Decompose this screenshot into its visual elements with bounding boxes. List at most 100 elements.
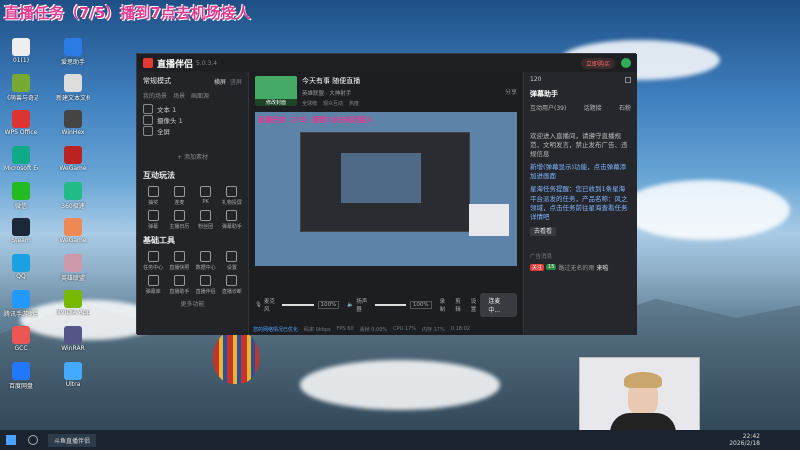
mic-icon[interactable]: 🎙 (255, 302, 262, 308)
tool-item[interactable]: 礼物投屏 (220, 186, 244, 206)
desktop-icon[interactable]: WinHex (56, 110, 90, 136)
mode-selector[interactable]: 常规模式 (143, 76, 171, 86)
mic-value[interactable]: 100% (317, 301, 340, 309)
tool-item[interactable]: 主播日历 (167, 210, 191, 230)
desktop-icon[interactable]: 微信 (4, 182, 38, 210)
chat-username[interactable]: 路过无名的雨 (558, 263, 594, 272)
window-icon[interactable] (625, 76, 631, 83)
chat-message: 新增(弹幕显示)功能，点击弹幕添加进画面 (530, 163, 627, 181)
tool-label: 弹幕库 (145, 289, 161, 295)
app-icon (12, 38, 30, 56)
tool-item[interactable]: 直播快照 (167, 251, 191, 271)
preview-overlay-text: 直播任务（7/5）播到7点去机场接人 (258, 116, 374, 124)
tool-item[interactable]: 数据中心 (194, 251, 218, 271)
view-task-button[interactable]: 去看看 (530, 226, 557, 236)
right-subtab[interactable]: 话题接 (584, 103, 602, 112)
desktop-icon-label: 《萌兽与奇迹》 (4, 95, 38, 102)
app-icon (64, 326, 82, 344)
speaker-slider[interactable] (374, 304, 406, 306)
tab-source[interactable]: 画面源 (191, 91, 209, 100)
desktop-icon[interactable]: WPS Office (4, 110, 38, 136)
app-icon (12, 146, 30, 164)
source-item[interactable]: 文本 1 (143, 103, 242, 114)
add-source-button[interactable]: + 添加素材 (137, 138, 248, 167)
tools-title: 基础工具 (143, 236, 175, 245)
taskbar-app-button[interactable]: 斗鱼直播伴侣 (48, 433, 97, 447)
clip-button[interactable]: 剪辑 (455, 297, 465, 313)
tool-icon (147, 275, 159, 286)
live-category[interactable]: 英雄联盟 · 大神射手 (302, 89, 505, 97)
speaker-icon[interactable]: 🔈 (347, 302, 354, 308)
tool-item[interactable]: 直播伴侣 (194, 275, 218, 295)
mic-slider[interactable] (282, 304, 314, 306)
purchase-button[interactable]: 立即购买 (580, 57, 615, 69)
status-item: CPU 17% (393, 326, 417, 332)
tool-item[interactable]: 弹幕 (141, 210, 165, 230)
tool-item[interactable]: 粉丝团 (194, 210, 218, 230)
avatar[interactable] (621, 58, 631, 68)
right-subtab[interactable]: 石粉 (619, 103, 631, 112)
desktop-icon[interactable]: 爱思助手 (56, 38, 90, 66)
cover-thumbnail[interactable]: 修改封面 (255, 76, 297, 106)
tool-icon (173, 251, 185, 262)
tool-label: 数据中心 (195, 265, 216, 271)
desktop-icon[interactable]: WeGame (56, 146, 90, 172)
search-icon[interactable] (28, 435, 38, 445)
tool-item[interactable]: 直播诊断 (220, 275, 244, 295)
desktop-icon[interactable]: Steam (4, 218, 38, 244)
tool-item[interactable]: 弹幕库 (141, 275, 165, 295)
tool-item[interactable]: 弹幕助手 (220, 210, 244, 230)
right-subtab[interactable]: 互动用户(39) (530, 103, 566, 112)
desktop-icon[interactable]: 百度网盘 (4, 362, 38, 390)
tool-item[interactable]: PK (194, 186, 218, 206)
danmu-tab[interactable]: 弹幕助手 (524, 87, 637, 101)
tab-landscape[interactable]: 横屏 (214, 77, 226, 86)
tab-portrait[interactable]: 竖屏 (230, 77, 242, 86)
desktop-icon[interactable]: Microsoft Edge (4, 146, 38, 172)
app-icon (64, 110, 82, 128)
source-item[interactable]: 全屏 (143, 125, 242, 136)
desktop-icon[interactable]: 01(1) (4, 38, 38, 64)
webcam-overlay (469, 204, 509, 236)
source-list: 文本 1 摄像头 1 全屏 (137, 101, 248, 138)
tool-item[interactable]: 设置 (220, 251, 244, 271)
desktop-icon[interactable]: GCC (4, 326, 38, 352)
desktop-icon[interactable]: QQ (4, 254, 38, 280)
desktop-icon[interactable]: 《萌兽与奇迹》 (4, 74, 38, 102)
start-live-button[interactable]: 连麦中... (480, 293, 517, 317)
desktop-icon[interactable]: NVIDIA App (56, 290, 90, 316)
share-button[interactable]: 分享 (505, 87, 517, 96)
tool-item[interactable]: 连麦 (167, 186, 191, 206)
app-logo-icon (143, 58, 153, 68)
speaker-value[interactable]: 100% (409, 301, 432, 309)
clock-time[interactable]: 22:42 (729, 433, 760, 440)
live-tag[interactable]: 观众互动 (323, 100, 343, 107)
chat-list: 欢迎进入直播间，请遵守直播规范，文明发言，禁止发布广告、违规信息 新增(弹幕显示)… (524, 130, 637, 224)
desktop-icon[interactable]: 腾讯手游助手 (4, 290, 38, 318)
tool-item[interactable]: 任务中心 (141, 251, 165, 271)
clock-date[interactable]: 2026/2/18 (729, 440, 760, 447)
source-item[interactable]: 摄像头 1 (143, 114, 242, 125)
desktop-icon[interactable]: Ultra (56, 362, 90, 388)
record-button[interactable]: 录制 (440, 297, 450, 313)
tool-item[interactable]: 抽奖 (141, 186, 165, 206)
tool-item[interactable]: 直播助手 (167, 275, 191, 295)
tool-icon (226, 275, 238, 286)
desktop-icon[interactable]: WinRAR (56, 326, 90, 352)
desktop-icon[interactable]: 新建文本文档 (56, 74, 90, 102)
live-tag[interactable]: 热度 (349, 100, 359, 107)
desktop-icon[interactable]: 英雄联盟 (56, 254, 90, 282)
stream-preview[interactable]: 直播任务（7/5）播到7点去机场接人 (255, 112, 517, 266)
camera-icon (143, 114, 153, 125)
mic-label: 麦克风 (263, 299, 275, 313)
tool-icon (226, 210, 238, 221)
live-tag[interactable]: 全球榜 (302, 100, 317, 107)
live-title[interactable]: 今天有事 随便直播 (302, 76, 505, 86)
windows-start-icon[interactable] (6, 435, 16, 445)
desktop-icon-label: GCC (14, 345, 28, 352)
tab-scene[interactable]: 场景 (173, 91, 185, 100)
more-functions-button[interactable]: 更多功能 (137, 297, 248, 308)
desktop-icon[interactable]: WeGame (56, 218, 90, 244)
settings-button[interactable]: 设置 (471, 297, 481, 313)
desktop-icon[interactable]: 360极速 (56, 182, 90, 210)
